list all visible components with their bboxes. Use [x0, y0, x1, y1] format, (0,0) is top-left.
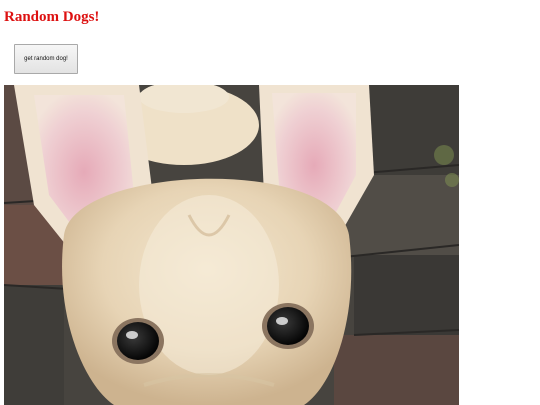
get-random-dog-button[interactable]: get random dog! [14, 44, 78, 74]
page-title: Random Dogs! [4, 9, 100, 25]
dog-photo [4, 85, 459, 405]
